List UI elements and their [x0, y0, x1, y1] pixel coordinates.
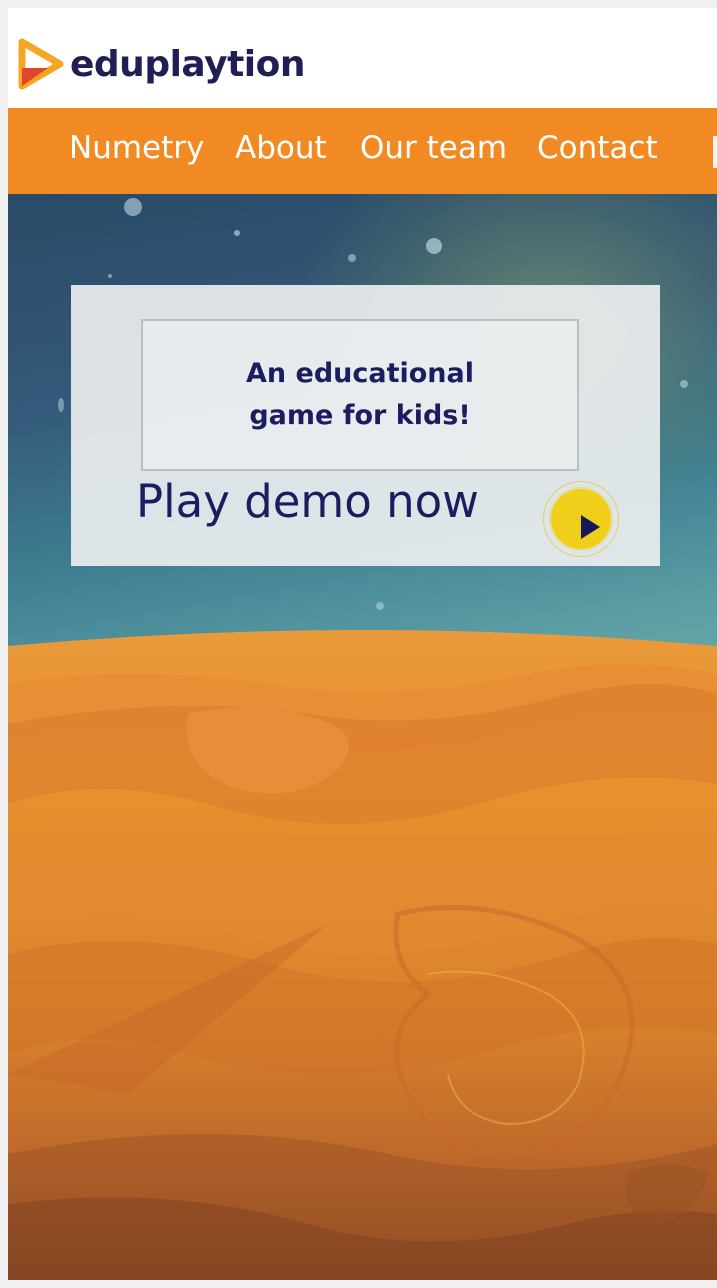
brand-logo[interactable]: eduplaytion: [18, 38, 306, 90]
hero-card: An educational game for kids! Play demo …: [71, 285, 660, 566]
play-button-disc: [551, 489, 611, 549]
nav-item-about[interactable]: About: [235, 130, 327, 166]
main-navigation: Numetry About Our team Contact: [8, 108, 717, 194]
nav-item-numetry[interactable]: Numetry: [69, 130, 204, 166]
hero-section: An educational game for kids! Play demo …: [8, 194, 717, 1280]
play-demo-button[interactable]: [543, 481, 619, 557]
site-header: eduplaytion: [8, 8, 717, 108]
hero-tagline: An educational game for kids!: [245, 358, 474, 431]
play-icon: [581, 515, 600, 539]
brand-name: eduplaytion: [70, 43, 306, 85]
play-triangle-logo-icon: [18, 38, 64, 90]
nav-item-our-team[interactable]: Our team: [360, 130, 507, 166]
tagline-box: An educational game for kids!: [141, 319, 579, 471]
play-demo-link[interactable]: Play demo now: [136, 475, 479, 528]
page: eduplaytion Numetry About Our team Conta…: [8, 8, 717, 1280]
nav-item-contact[interactable]: Contact: [537, 130, 658, 166]
nav-overflow-edge: [713, 136, 717, 168]
